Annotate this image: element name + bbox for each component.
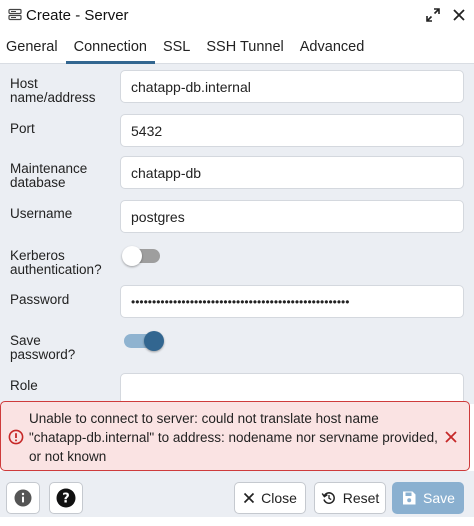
toggle-knob xyxy=(122,246,142,266)
host-label: Host name/address xyxy=(10,76,96,105)
reset-icon xyxy=(321,490,337,506)
close-icon xyxy=(243,492,255,504)
maintenance-db-label: Maintenance database xyxy=(10,161,88,190)
tab-advanced[interactable]: Advanced xyxy=(292,30,373,63)
close-button[interactable]: Close xyxy=(234,482,306,514)
underlying-window-edge xyxy=(0,517,474,526)
tab-connection[interactable]: Connection xyxy=(65,30,156,64)
host-input[interactable]: chatapp-db.internal xyxy=(120,70,464,103)
error-icon xyxy=(8,429,24,450)
title-bar: Create - Server xyxy=(0,0,474,30)
tab-bar: General Connection SSL SSH Tunnel Advanc… xyxy=(0,30,474,64)
expand-icon[interactable] xyxy=(426,8,440,22)
connection-form: Host name/address chatapp-db.internal Po… xyxy=(0,64,474,406)
server-icon xyxy=(8,8,22,22)
error-message: Unable to connect to server: could not t… xyxy=(29,411,438,464)
username-input[interactable]: postgres xyxy=(120,200,464,233)
help-icon: ? xyxy=(56,488,76,508)
help-button[interactable]: ? xyxy=(49,482,83,514)
svg-text:?: ? xyxy=(62,492,70,507)
info-icon xyxy=(14,489,32,507)
password-input[interactable]: ••••••••••••••••••••••••••••••••••••••••… xyxy=(120,285,464,318)
save-icon xyxy=(401,490,417,506)
close-icon[interactable] xyxy=(452,8,466,22)
save-password-label: Save password? xyxy=(10,333,76,362)
reset-button[interactable]: Reset xyxy=(314,482,386,514)
error-notification: Unable to connect to server: could not t… xyxy=(0,401,470,471)
save-password-toggle[interactable] xyxy=(124,331,164,351)
port-label: Port xyxy=(10,121,35,136)
info-button[interactable] xyxy=(6,482,40,514)
tab-ssh-tunnel[interactable]: SSH Tunnel xyxy=(198,30,291,63)
dialog-title: Create - Server xyxy=(26,6,129,24)
username-label: Username xyxy=(10,206,73,221)
port-input[interactable]: 5432 xyxy=(120,114,464,147)
close-icon[interactable] xyxy=(444,430,458,449)
password-label: Password xyxy=(10,292,70,307)
toggle-knob xyxy=(144,331,164,351)
tab-ssl[interactable]: SSL xyxy=(155,30,198,63)
role-label: Role xyxy=(10,378,38,393)
maintenance-db-input[interactable]: chatapp-db xyxy=(120,156,464,189)
kerberos-toggle[interactable] xyxy=(122,246,160,266)
kerberos-label: Kerberos authentication? xyxy=(10,248,102,277)
save-button[interactable]: Save xyxy=(392,482,464,514)
tab-general[interactable]: General xyxy=(0,30,66,63)
